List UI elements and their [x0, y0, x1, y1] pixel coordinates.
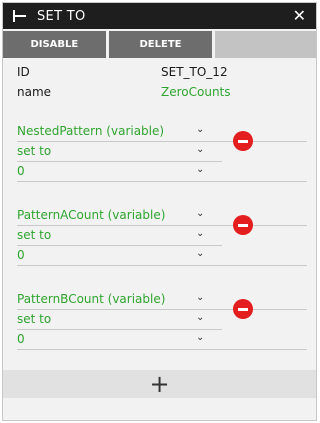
value-select[interactable]: 0 ⌄	[17, 330, 307, 350]
property-row-id: ID SET_TO_12	[17, 65, 307, 85]
pin-icon	[13, 9, 27, 23]
minus-icon	[238, 308, 248, 311]
title-bar: SET TO ✕	[3, 3, 316, 29]
property-value: SET_TO_12	[161, 65, 228, 79]
value-select-value: 0	[17, 164, 25, 178]
variable-select[interactable]: PatternACount (variable) ⌄	[17, 206, 307, 226]
assignment-group: PatternACount (variable) ⌄ set to ⌄ 0 ⌄	[17, 206, 307, 266]
remove-assignment-button[interactable]	[233, 131, 253, 151]
operator-select[interactable]: set to ⌄	[17, 310, 222, 330]
variable-select-value: PatternACount (variable)	[17, 208, 166, 222]
chevron-down-icon[interactable]: ⌄	[196, 144, 204, 155]
property-row-name: name ZeroCounts	[17, 85, 307, 105]
chevron-down-icon[interactable]: ⌄	[196, 228, 204, 239]
name-value[interactable]: ZeroCounts	[161, 85, 231, 99]
delete-button[interactable]: DELETE	[108, 31, 213, 58]
minus-icon	[238, 224, 248, 227]
variable-select-value: PatternBCount (variable)	[17, 292, 166, 306]
assignment-group: PatternBCount (variable) ⌄ set to ⌄ 0 ⌄	[17, 290, 307, 350]
toolbar: DISABLE DELETE	[3, 31, 316, 58]
variable-select[interactable]: PatternBCount (variable) ⌄	[17, 290, 307, 310]
chevron-down-icon[interactable]: ⌄	[196, 124, 204, 135]
value-select[interactable]: 0 ⌄	[17, 162, 307, 182]
toolbar-spacer	[215, 31, 316, 58]
operator-select-value: set to	[17, 144, 52, 158]
close-icon[interactable]: ✕	[293, 6, 306, 26]
panel-title: SET TO	[37, 8, 86, 24]
variable-select-value: NestedPattern (variable)	[17, 124, 165, 138]
remove-assignment-button[interactable]	[233, 299, 253, 319]
operator-select[interactable]: set to ⌄	[17, 226, 222, 246]
assignment-group: NestedPattern (variable) ⌄ set to ⌄ 0 ⌄	[17, 122, 307, 182]
chevron-down-icon[interactable]: ⌄	[196, 332, 204, 343]
set-to-panel: SET TO ✕ DISABLE DELETE ID SET_TO_12 nam…	[2, 2, 317, 421]
chevron-down-icon[interactable]: ⌄	[196, 248, 204, 259]
variable-select[interactable]: NestedPattern (variable) ⌄	[17, 122, 307, 142]
operator-select-value: set to	[17, 312, 52, 326]
property-key: name	[17, 85, 52, 99]
add-assignment-button[interactable]: +	[3, 370, 316, 398]
chevron-down-icon[interactable]: ⌄	[196, 312, 204, 323]
operator-select-value: set to	[17, 228, 52, 242]
plus-icon: +	[149, 370, 170, 398]
chevron-down-icon[interactable]: ⌄	[196, 208, 204, 219]
value-select-value: 0	[17, 332, 25, 346]
disable-button[interactable]: DISABLE	[3, 31, 106, 58]
operator-select[interactable]: set to ⌄	[17, 142, 222, 162]
chevron-down-icon[interactable]: ⌄	[196, 164, 204, 175]
minus-icon	[238, 140, 248, 143]
properties: ID SET_TO_12 name ZeroCounts	[17, 65, 307, 105]
value-select-value: 0	[17, 248, 25, 262]
chevron-down-icon[interactable]: ⌄	[196, 292, 204, 303]
remove-assignment-button[interactable]	[233, 215, 253, 235]
property-key: ID	[17, 65, 30, 79]
value-select[interactable]: 0 ⌄	[17, 246, 307, 266]
